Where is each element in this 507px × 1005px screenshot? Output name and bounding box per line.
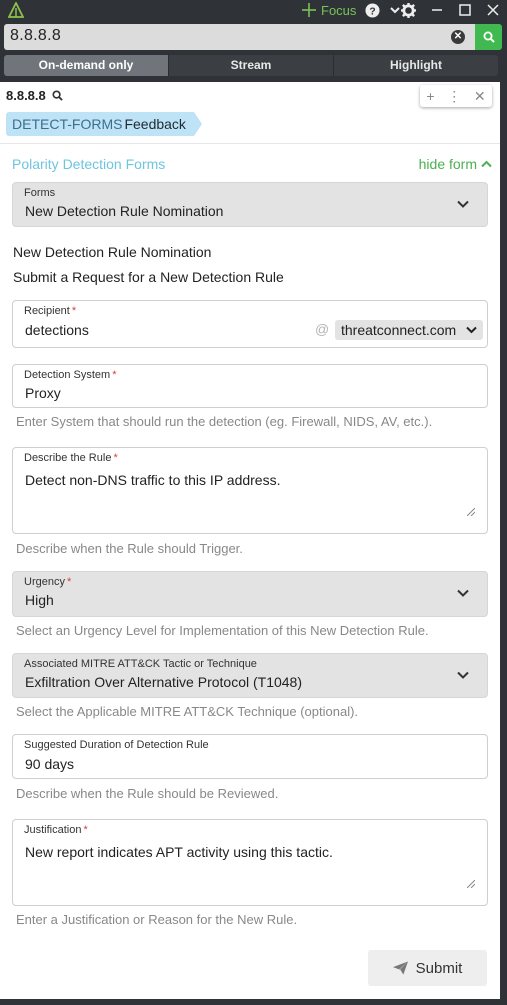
chevron-up-icon [481,160,492,168]
urgency-help: Select an Urgency Level for Implementati… [16,623,429,638]
integration-tag[interactable]: DETECT-FORMS Feedback [6,112,202,136]
mode-tabs: On-demand only Stream Highlight [4,55,498,76]
forms-select[interactable]: Forms New Detection Rule Nomination [12,182,488,227]
title-bar: Focus ? [0,0,507,20]
submit-label: Submit [415,959,463,977]
urgency-value: High [25,592,54,608]
card-toolbar: + ⋮ ✕ [420,85,492,107]
minimize-icon[interactable] [429,2,445,18]
focus-label: Focus [321,2,357,18]
justification-help: Enter a Justification or Reason for the … [16,912,298,927]
duration-help: Describe when the Rule should be Reviewe… [16,786,279,801]
chevron-down-icon [457,671,469,679]
gear-icon[interactable] [400,2,416,18]
search-bar: 8.8.8.8 ✕ [4,24,502,50]
recipient-field: Recipient * detections @ threatconnect.co… [12,300,488,348]
at-symbol: @ [315,321,330,337]
resize-handle-icon[interactable] [467,880,475,888]
recipient-input[interactable]: detections [25,322,89,338]
help-icon[interactable]: ? [364,2,380,18]
mitre-help: Select the Applicable MITRE ATT&CK Techn… [16,704,359,719]
mode-on-demand-tab[interactable]: On-demand only [4,55,169,76]
focus-button[interactable]: Focus [302,1,356,19]
search-input[interactable]: 8.8.8.8 [10,27,61,45]
chevron-down-icon [457,200,469,208]
detection-system-label: Detection System * [24,369,117,381]
entity-value: 8.8.8.8 [6,88,46,103]
hide-form-link[interactable]: hide form [419,156,492,172]
describe-rule-help: Describe when the Rule should Trigger. [16,541,243,556]
send-icon [392,961,408,975]
close-icon[interactable] [485,2,501,18]
describe-rule-textarea[interactable]: Detect non-DNS traffic to this IP addres… [25,472,281,488]
detection-system-field: Detection System * Proxy [12,364,488,408]
duration-input[interactable]: 90 days [25,756,74,772]
justification-label: Justification * [24,824,88,836]
duration-field: Suggested Duration of Detection Rule 90 … [12,734,488,779]
more-options-icon[interactable]: ⋮ [447,88,461,105]
describe-rule-field: Describe the Rule * Detect non-DNS traffi… [12,447,488,534]
close-card-icon[interactable]: ✕ [474,88,486,105]
window-bottom-edge [0,999,507,1005]
recipient-domain-value: threatconnect.com [341,322,457,338]
maximize-icon[interactable] [457,2,473,18]
integration-acronym: DETECT-FORMS [12,116,123,132]
mode-stream-tab[interactable]: Stream [169,55,334,76]
search-button[interactable] [475,24,502,50]
duration-label: Suggested Duration of Detection Rule [24,739,209,751]
detection-system-input[interactable]: Proxy [25,385,61,401]
add-icon[interactable]: + [426,88,434,104]
form-subtitle: Submit a Request for a New Detection Rul… [13,269,284,285]
justification-textarea[interactable]: New report indicates APT activity using … [25,844,333,860]
entity-header: 8.8.8.8 [6,88,63,103]
urgency-select[interactable]: Urgency * High [12,571,488,617]
divider [0,143,500,144]
form-header: Polarity Detection Forms hide form [12,156,492,172]
svg-text:?: ? [369,6,375,17]
forms-select-value: New Detection Rule Nomination [25,203,224,219]
results-panel: 8.8.8.8 + ⋮ ✕ DETECT-FORMS Feedback Pola… [0,82,500,999]
justification-field: Justification * New report indicates APT … [12,819,488,906]
mitre-label: Associated MITRE ATT&CK Tactic or Techni… [24,658,257,670]
detection-system-help: Enter System that should run the detecti… [16,414,433,429]
search-icon [483,31,495,43]
search-icon[interactable] [52,90,63,101]
mitre-select[interactable]: Associated MITRE ATT&CK Tactic or Techni… [12,653,488,698]
chevron-down-icon [457,589,469,597]
resize-handle-icon[interactable] [467,508,475,516]
window-edge [500,82,507,999]
form-title: New Detection Rule Nomination [13,244,212,260]
hide-form-label: hide form [418,156,477,172]
describe-rule-label: Describe the Rule * [24,452,118,464]
recipient-domain-select[interactable]: threatconnect.com [335,320,483,340]
form-header-title: Polarity Detection Forms [12,156,166,172]
app-window: Focus ? 8.8.8.8 ✕ On-demand only Stream … [0,0,507,1005]
submit-button[interactable]: Submit [368,950,487,986]
urgency-label: Urgency * [24,576,72,588]
focus-crosshair-icon [302,3,316,17]
forms-select-label: Forms [24,187,56,199]
chevron-down-icon [466,326,477,334]
recipient-label: Recipient * [24,305,77,317]
mitre-value: Exfiltration Over Alternative Protocol (… [25,674,303,690]
mode-highlight-tab[interactable]: Highlight [334,55,498,76]
polarity-logo [8,2,24,18]
integration-name: Feedback [124,116,186,132]
clear-search-icon[interactable]: ✕ [451,30,465,44]
